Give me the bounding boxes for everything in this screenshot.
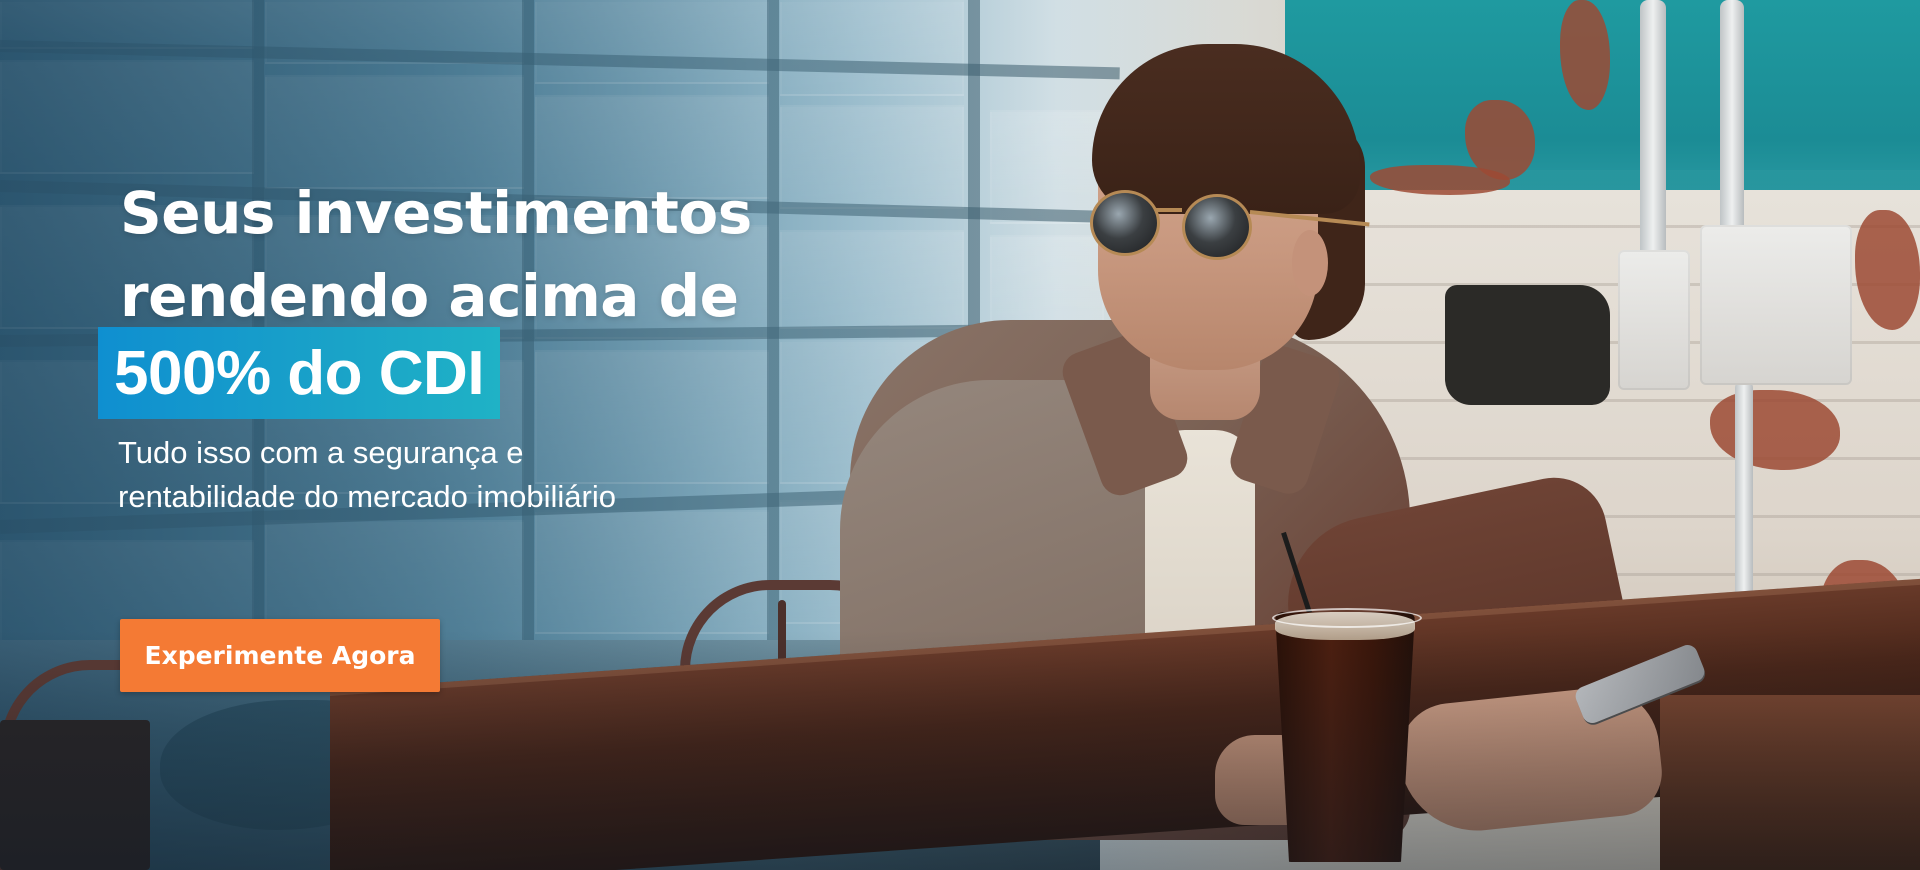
headline-line-2: rendendo acima de (120, 262, 739, 330)
hero-banner: Seus investimentos rendendo acima de 500… (0, 0, 1920, 870)
try-now-button[interactable]: Experimente Agora (120, 619, 440, 692)
headline-highlight-text: 500% do CDI (114, 338, 485, 408)
hero-headline: Seus investimentos rendendo acima de (120, 172, 752, 338)
hero-subtitle: Tudo isso com a segurança e rentabilidad… (118, 431, 616, 519)
subtitle-line-1: Tudo isso com a segurança e (118, 435, 524, 470)
headline-line-1: Seus investimentos (120, 179, 752, 247)
headline-highlight-box: 500% do CDI (98, 327, 501, 419)
subtitle-line-2: rentabilidade do mercado imobiliário (118, 479, 616, 514)
